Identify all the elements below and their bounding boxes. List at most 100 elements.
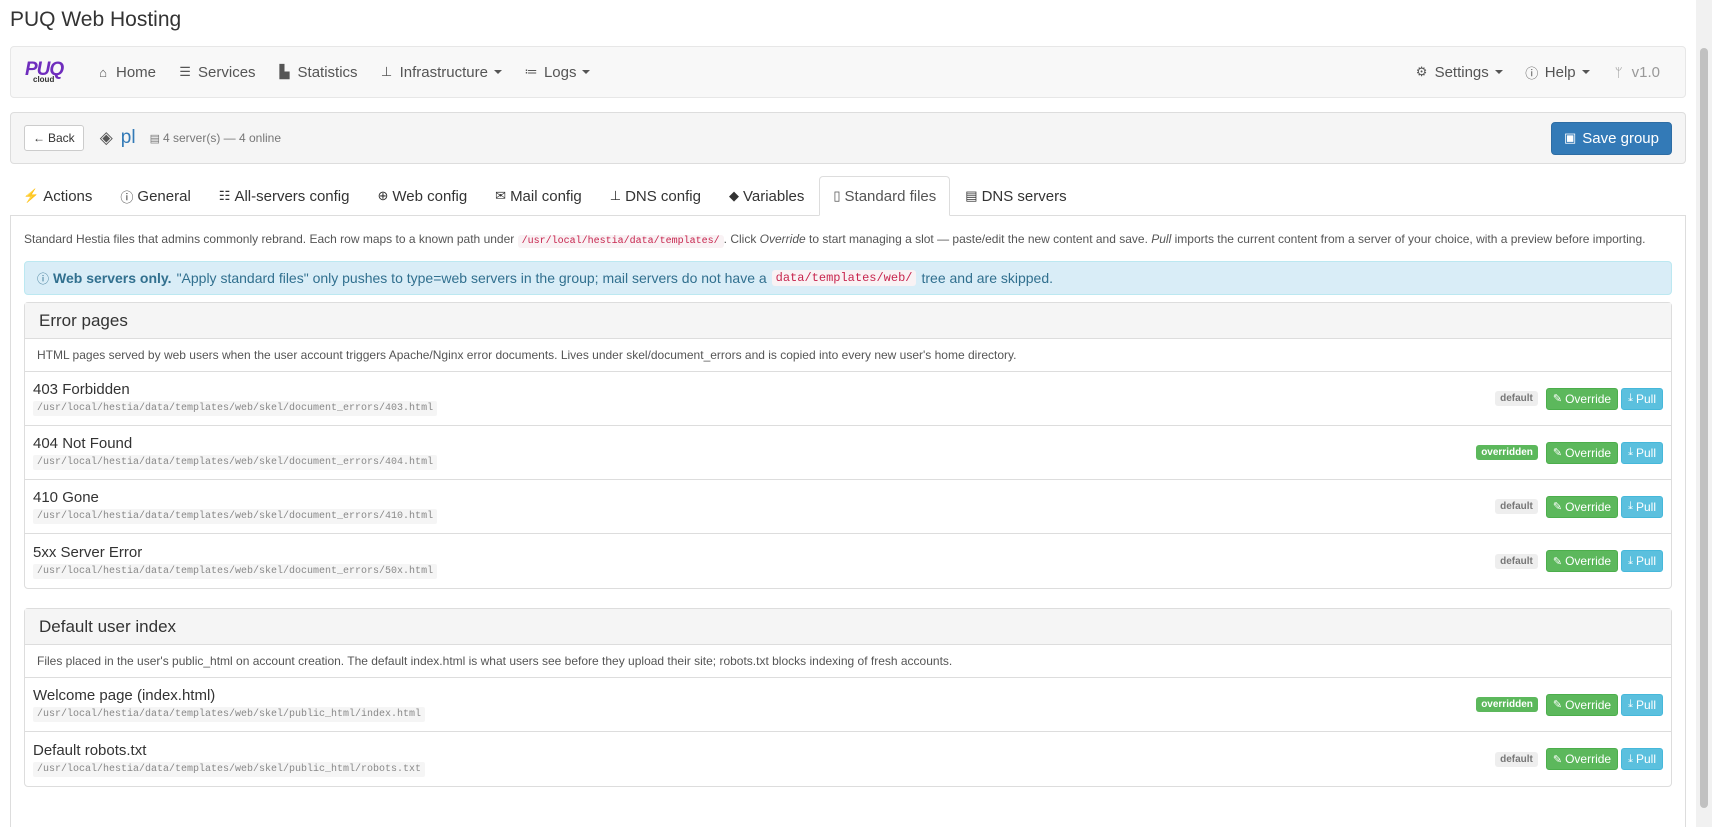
nav-item-infrastructure[interactable]: ⊥ Infrastructure <box>369 52 513 92</box>
override-button[interactable]: ✎ Override <box>1545 387 1619 410</box>
nav-item-logs[interactable]: ≔ Logs <box>513 52 602 92</box>
status-badge: default <box>1495 751 1538 767</box>
tab-bar: ⚡ Actions ⓘ General ☷ All-servers config… <box>10 176 1686 216</box>
scrollbar-thumb[interactable] <box>1700 48 1708 808</box>
gear-icon: ⚙ <box>1415 64 1428 79</box>
pull-button[interactable]: ⤓ Pull <box>1621 748 1663 770</box>
tab-label: All-servers config <box>234 187 350 205</box>
file-row: 410 Gone/usr/local/hestia/data/templates… <box>25 480 1671 534</box>
layers-icon: ◈ <box>99 128 113 147</box>
brand-logo[interactable]: PUQ cloud <box>25 59 71 85</box>
status-badge: overridden <box>1476 445 1538 460</box>
override-label: Override <box>1565 445 1612 460</box>
save-group-button[interactable]: ▣ Save group <box>1550 121 1672 155</box>
override-button[interactable]: ✎ Override <box>1545 693 1619 716</box>
tab-label: Actions <box>43 187 93 205</box>
nav-item-help[interactable]: ⓘ Help <box>1514 52 1601 92</box>
tab-all-servers-config[interactable]: ☷ All-servers config <box>206 177 363 215</box>
tab-label: Web config <box>392 187 468 205</box>
file-path: /usr/local/hestia/data/templates/web/ske… <box>33 707 426 722</box>
section-description: Files placed in the user's public_html o… <box>25 645 1671 678</box>
nav-item-home[interactable]: ⌂ Home <box>85 52 167 92</box>
tab-label: Mail config <box>510 187 582 205</box>
server-status-label: 4 server(s) — 4 online <box>162 131 282 145</box>
file-name: Default robots.txt <box>33 741 147 759</box>
alert-text: "Apply standard files" only pushes to ty… <box>176 270 767 286</box>
server-status: ▤ 4 server(s) — 4 online <box>150 131 281 145</box>
pull-button[interactable]: ⤓ Pull <box>1621 387 1663 410</box>
section-title: Default user index <box>25 609 1671 645</box>
file-name: 5xx Server Error <box>33 543 143 561</box>
back-button[interactable]: ← Back <box>24 125 84 151</box>
override-label: Override <box>1565 499 1612 514</box>
tab-variables[interactable]: ◆ Variables <box>716 177 817 215</box>
file-path: /usr/local/hestia/data/templates/web/ske… <box>33 563 438 579</box>
override-button[interactable]: ✎ Override <box>1545 550 1619 572</box>
intro-text-part: to start managing a slot — paste/edit th… <box>809 232 1148 246</box>
alert-code: data/templates/web/ <box>771 270 917 286</box>
file-actions: default ✎ Override ⤓ Pull <box>1495 748 1663 770</box>
pencil-icon: ✎ <box>1552 753 1563 766</box>
file-name: 404 Not Found <box>33 435 133 452</box>
brand-logo-sub: cloud <box>33 75 55 84</box>
chart-icon: ▙ <box>279 64 290 79</box>
pull-button[interactable]: ⤓ Pull <box>1621 441 1663 464</box>
tab-standard-files[interactable]: ▯ Standard files <box>819 176 951 216</box>
intro-text: Standard Hestia files that admins common… <box>24 230 1672 251</box>
intro-pull-em: Pull <box>1151 232 1172 246</box>
tab-dns-config[interactable]: ⊥ DNS config <box>597 177 714 215</box>
file-actions: default ✎ Override ⤓ Pull <box>1495 495 1663 518</box>
templates-path-code: /usr/local/hestia/data/templates/ <box>517 235 724 248</box>
nav-item-label: Help <box>1544 63 1576 81</box>
alert-text: tree and are skipped. <box>921 270 1054 286</box>
intro-override-em: Override <box>759 232 806 246</box>
pull-button[interactable]: ⤓ Pull <box>1621 693 1663 716</box>
app-title: PUQ Web Hosting <box>10 8 182 31</box>
group-name: ◈ pl <box>100 127 136 149</box>
scrollbar[interactable] <box>1696 0 1712 827</box>
tab-label: Standard files <box>844 187 937 205</box>
file-info: 404 Not Found/usr/local/hestia/data/temp… <box>33 435 438 470</box>
override-button[interactable]: ✎ Override <box>1545 495 1619 518</box>
tab-mail-config[interactable]: ✉ Mail config <box>482 177 595 215</box>
home-icon: ⌂ <box>99 64 107 80</box>
info-circle-icon: ⓘ <box>37 271 50 286</box>
nav-item-statistics[interactable]: ▙ Statistics <box>267 52 369 92</box>
navbar-left: PUQ cloud ⌂ Home ☰ Services ▙ Statistics… <box>25 52 601 92</box>
override-button[interactable]: ✎ Override <box>1545 441 1619 464</box>
override-label: Override <box>1565 752 1612 766</box>
sliders-icon: ☷ <box>218 188 231 203</box>
nav-item-version[interactable]: ᛘ v1.0 <box>1601 52 1671 92</box>
pull-label: Pull <box>1635 499 1656 514</box>
nav-item-services[interactable]: ☰ Services <box>167 52 267 92</box>
file-path: /usr/local/hestia/data/templates/web/ske… <box>33 455 438 470</box>
nav-item-settings[interactable]: ⚙ Settings <box>1404 52 1514 92</box>
tab-dns-servers[interactable]: ▤ DNS servers <box>952 177 1079 215</box>
caret-down-icon <box>1494 70 1503 74</box>
nav-item-label: Home <box>116 63 157 81</box>
override-label: Override <box>1565 697 1612 712</box>
tags-icon: ◆ <box>728 188 739 203</box>
file-name: Welcome page (index.html) <box>33 687 216 704</box>
nav-item-label: v1.0 <box>1631 63 1660 81</box>
nav-item-label: Settings <box>1434 63 1489 81</box>
pull-label: Pull <box>1635 445 1656 460</box>
tab-general[interactable]: ⓘ General <box>107 177 203 215</box>
download-icon: ⤓ <box>1628 392 1633 404</box>
sitemap-icon: ⊥ <box>380 64 393 79</box>
file-row: 403 Forbidden/usr/local/hestia/data/temp… <box>25 372 1671 426</box>
intro-text-part: . Click <box>723 232 757 246</box>
pull-button[interactable]: ⤓ Pull <box>1621 495 1663 518</box>
file-actions: default ✎ Override ⤓ Pull <box>1495 550 1663 572</box>
pull-button[interactable]: ⤓ Pull <box>1621 550 1663 572</box>
nav-item-label: Infrastructure <box>399 63 488 81</box>
section-default-user-index: Default user index Files placed in the u… <box>24 608 1672 787</box>
file-row: 5xx Server Error/usr/local/hestia/data/t… <box>25 534 1671 588</box>
group-name-label: pl <box>120 127 136 148</box>
arrow-left-icon: ← <box>33 131 45 145</box>
override-button[interactable]: ✎ Override <box>1545 748 1619 770</box>
pencil-icon: ✎ <box>1552 501 1563 513</box>
tab-actions[interactable]: ⚡ Actions <box>10 177 105 215</box>
tab-web-config[interactable]: ⊕ Web config <box>364 177 480 215</box>
branch-icon: ᛘ <box>1614 64 1623 80</box>
